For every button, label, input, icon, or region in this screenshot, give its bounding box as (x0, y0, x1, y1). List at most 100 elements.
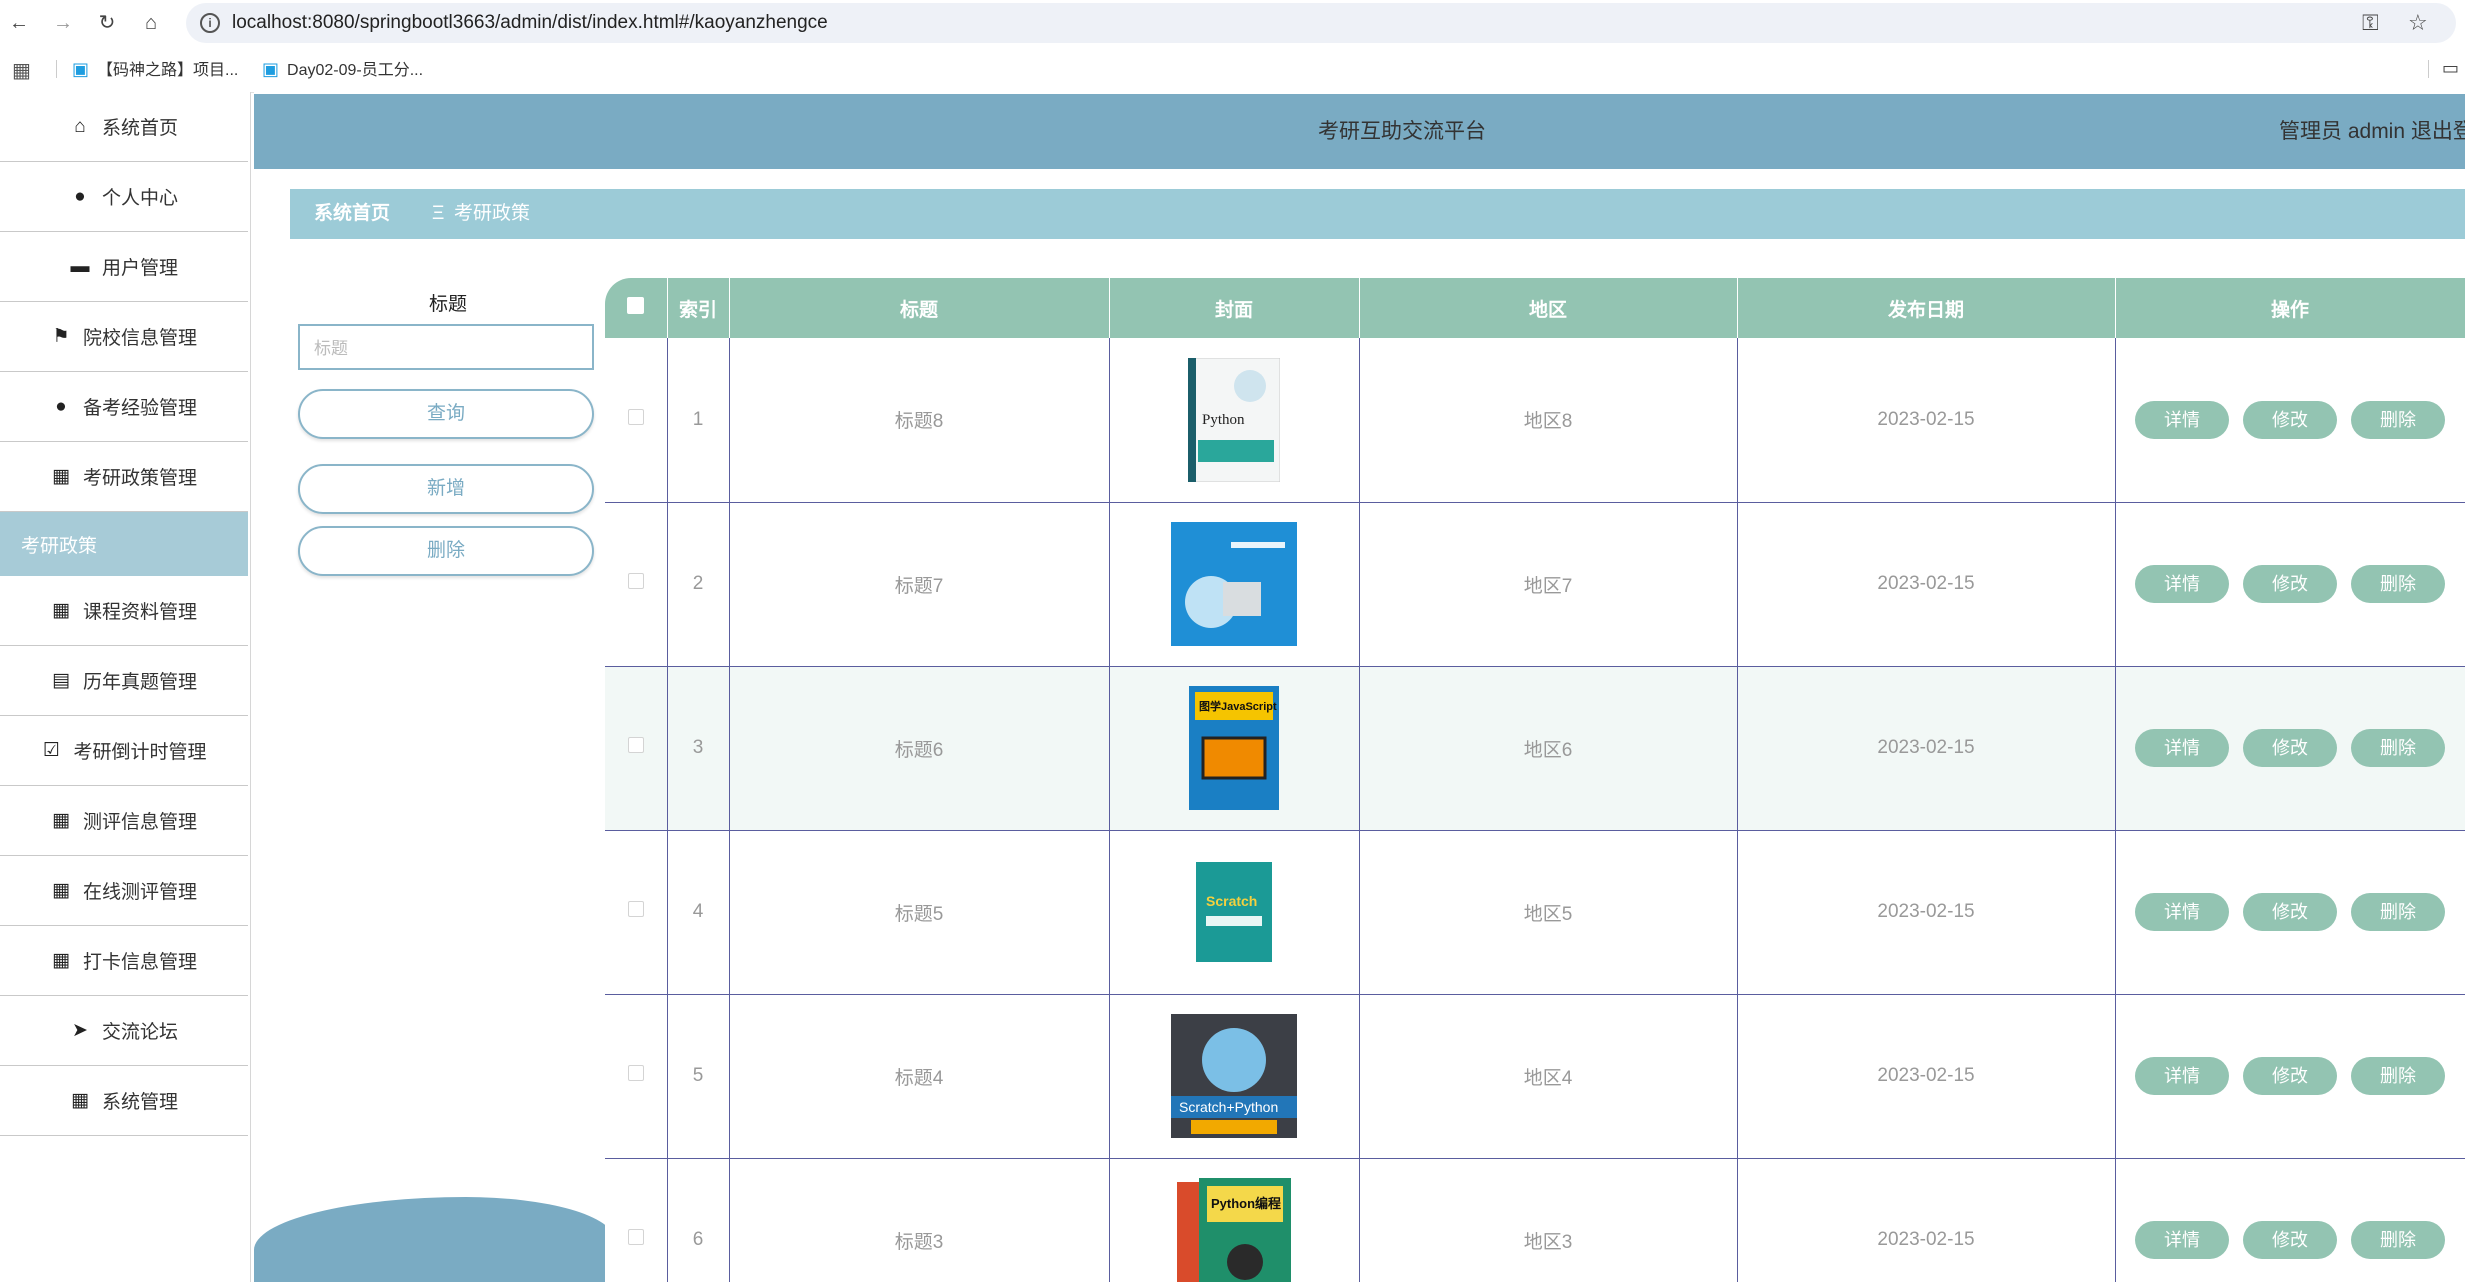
edit-button[interactable]: 修改 (2243, 1221, 2337, 1259)
delete-button[interactable]: 删除 (2351, 1221, 2445, 1259)
bookmarks-separator (56, 60, 57, 78)
sidebar-item-policy-management[interactable]: ▦ 考研政策管理 (0, 442, 248, 512)
site-title: 考研互助交流平台 (1318, 120, 1486, 143)
sidebar-item-users[interactable]: ▬ 用户管理 (0, 232, 248, 302)
sidebar-item-forum[interactable]: ➤ 交流论坛 (0, 996, 248, 1066)
row-title: 标题6 (729, 666, 1110, 830)
sidebar-item-countdown[interactable]: ☑ 考研倒计时管理 (0, 716, 248, 786)
sidebar-item-checkin[interactable]: ▦ 打卡信息管理 (0, 926, 248, 996)
row-region: 地区3 (1359, 1158, 1738, 1282)
sidebar-item-label: 考研政策 (20, 535, 97, 557)
row-checkbox[interactable] (627, 573, 644, 589)
row-cover: Scratch (1109, 830, 1360, 994)
forward-icon[interactable]: → (50, 10, 76, 36)
sidebar-item-schools[interactable]: ⚑ 院校信息管理 (0, 302, 248, 372)
sidebar-item-label: 交流论坛 (101, 1022, 178, 1043)
sidebar-item-label: 考研倒计时管理 (73, 742, 207, 763)
sidebar-item-label: 系统管理 (101, 1092, 178, 1113)
user-logout[interactable]: 管理员 admin 退出登 (2279, 94, 2465, 169)
grid-icon: ▦ (52, 466, 70, 487)
apps-icon[interactable]: ▦ (12, 58, 31, 83)
row-actions: 详情 修改 删除 (2115, 1158, 2465, 1282)
row-actions: 详情 修改 删除 (2115, 502, 2465, 666)
url-text[interactable]: localhost:8080/springbootl3663/admin/dis… (232, 3, 828, 43)
table-header-row: 索引 标题 封面 地区 发布日期 操作 (605, 278, 2465, 338)
column-header-title: 标题 (729, 278, 1110, 338)
address-bar[interactable]: i localhost:8080/springbootl3663/admin/d… (186, 3, 2456, 43)
sidebar-item-profile[interactable]: ● 个人中心 (0, 162, 248, 232)
row-checkbox[interactable] (627, 1229, 644, 1245)
cover-text: Python编程 (1211, 1196, 1281, 1211)
edit-button[interactable]: 修改 (2243, 729, 2337, 767)
row-checkbox[interactable] (627, 901, 644, 917)
sidebar-item-assessment-info[interactable]: ▦ 测评信息管理 (0, 786, 248, 856)
apps-icon: ▦ (52, 810, 70, 831)
bookmark-item[interactable]: ▣ Day02-09-员工分... (262, 46, 423, 92)
select-all-checkbox[interactable] (605, 278, 668, 338)
site-info-icon[interactable]: i (200, 13, 220, 33)
sidebar-item-online-assessment[interactable]: ▦ 在线测评管理 (0, 856, 248, 926)
reload-icon[interactable]: ↻ (94, 10, 120, 36)
batch-delete-button[interactable]: 删除 (298, 526, 594, 576)
user-icon: ● (55, 395, 67, 417)
row-actions: 详情 修改 删除 (2115, 338, 2465, 502)
sidebar-item-experience[interactable]: ● 备考经验管理 (0, 372, 248, 442)
cover-image (1171, 522, 1297, 646)
bookmarks-bar: ▦ ▣ 【码神之路】项目... ▣ Day02-09-员工分... ▭ (0, 46, 2465, 93)
cover-text: Python (1202, 412, 1245, 428)
delete-button[interactable]: 删除 (2351, 893, 2445, 931)
detail-button[interactable]: 详情 (2135, 1057, 2229, 1095)
row-index: 1 (667, 338, 730, 502)
bookmarks-divider (2428, 60, 2429, 78)
cover-image: 图学JavaScript (1189, 686, 1279, 810)
detail-button[interactable]: 详情 (2135, 893, 2229, 931)
row-date: 2023-02-15 (1737, 1158, 2116, 1282)
row-actions: 详情 修改 删除 (2115, 830, 2465, 994)
home-icon[interactable]: ⌂ (138, 10, 164, 36)
user-icon: ● (74, 185, 86, 207)
row-checkbox[interactable] (627, 737, 644, 753)
detail-button[interactable]: 详情 (2135, 729, 2229, 767)
cover-image: Python (1188, 357, 1280, 482)
edit-button[interactable]: 修改 (2243, 1057, 2337, 1095)
browser-toolbar: ← → ↻ ⌂ i localhost:8080/springbootl3663… (0, 0, 2465, 46)
home-icon: ⌂ (74, 115, 86, 137)
add-button[interactable]: 新增 (298, 464, 594, 514)
bookmark-item[interactable]: ▣ 【码神之路】项目... (72, 46, 238, 92)
row-actions: 详情 修改 删除 (2115, 994, 2465, 1158)
query-button[interactable]: 查询 (298, 389, 594, 439)
star-icon[interactable]: ☆ (2408, 9, 2428, 37)
table-row: 3 标题6 图学JavaScript 地区6 2023-02-15 详情 修改 删除 (605, 666, 2465, 830)
row-title: 标题5 (729, 830, 1110, 994)
detail-button[interactable]: 详情 (2135, 565, 2229, 603)
edit-button[interactable]: 修改 (2243, 400, 2337, 439)
delete-button[interactable]: 删除 (2351, 729, 2445, 767)
sidebar-subitem-policy[interactable]: 考研政策 (0, 512, 248, 576)
sidebar-item-home[interactable]: ⌂ 系统首页 (0, 92, 248, 162)
cover-text: Scratch (1206, 893, 1257, 909)
sidebar-item-system[interactable]: ▦ 系统管理 (0, 1066, 248, 1136)
search-input[interactable]: 标题 (298, 324, 594, 370)
row-checkbox[interactable] (627, 1065, 644, 1081)
sidebar-item-label: 打卡信息管理 (82, 952, 197, 973)
edit-button[interactable]: 修改 (2243, 565, 2337, 603)
policy-table: 索引 标题 封面 地区 发布日期 操作 1 标题8 Python 地区8 202… (605, 278, 2465, 1282)
delete-button[interactable]: 删除 (2351, 565, 2445, 603)
breadcrumb-home[interactable]: 系统首页 (314, 189, 390, 239)
row-date: 2023-02-15 (1737, 666, 2116, 830)
delete-button[interactable]: 删除 (2351, 1057, 2445, 1095)
detail-button[interactable]: 详情 (2135, 1221, 2229, 1259)
edit-button[interactable]: 修改 (2243, 893, 2337, 931)
key-icon[interactable]: ⚿ (2362, 9, 2379, 37)
flag-icon: ⚑ (52, 326, 70, 347)
sidebar-item-past-exams[interactable]: ▤ 历年真题管理 (0, 646, 248, 716)
table-row: 6 标题3 Python编程 地区3 2023-02-15 详情 修改 删除 (605, 1158, 2465, 1282)
delete-button[interactable]: 删除 (2351, 400, 2445, 439)
grid-icon: ▦ (52, 950, 70, 971)
detail-button[interactable]: 详情 (2135, 400, 2229, 439)
row-checkbox[interactable] (627, 408, 644, 425)
folder-icon[interactable]: ▭ (2442, 58, 2459, 79)
sidebar-item-course-materials[interactable]: ▦ 课程资料管理 (0, 576, 248, 646)
back-icon[interactable]: ← (6, 10, 32, 36)
table-row: 2 标题7 地区7 2023-02-15 详情 修改 删除 (605, 502, 2465, 666)
